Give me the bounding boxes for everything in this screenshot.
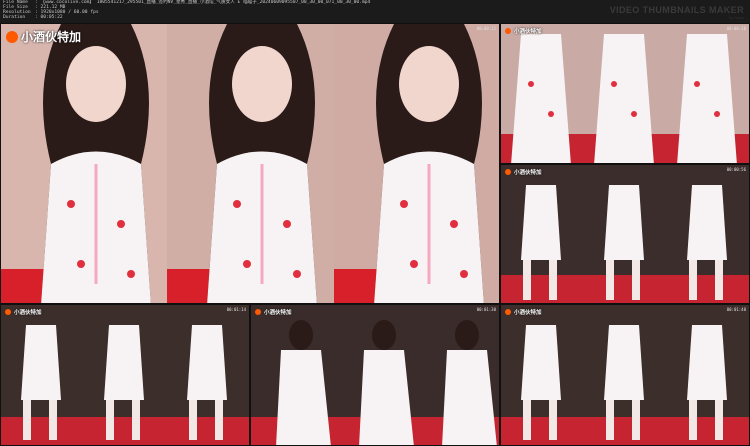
- weibo-icon: [505, 169, 511, 175]
- thumbnail-frame[interactable]: 小酒伙特加 00:00:22: [0, 23, 500, 304]
- timestamp: 00:01:48: [726, 307, 746, 312]
- thumbnail-frame[interactable]: 小酒伙特加 00:01:48: [500, 304, 750, 446]
- file-metadata: File Name: 【www.cocolive.com】 1805541217…: [3, 0, 371, 20]
- channel-watermark: 小酒伙特加: [5, 308, 42, 316]
- frame-scene: [251, 305, 499, 445]
- thumbnail-frame[interactable]: 小酒伙特加 00:01:14: [0, 304, 250, 446]
- frame-scene: [1, 305, 249, 445]
- timestamp: 00:00:38: [726, 26, 746, 31]
- timestamp: 00:01:30: [476, 307, 496, 312]
- weibo-icon: [6, 30, 18, 43]
- timestamp: 00:00:22: [476, 26, 496, 31]
- frame-scene: [501, 305, 749, 445]
- thumbnail-frame[interactable]: 小酒伙特加 00:00:38: [500, 23, 750, 164]
- channel-watermark: 小酒伙特加: [505, 27, 542, 35]
- thumbnail-grid: 小酒伙特加 00:00:22 小酒伙特加 00:00:38 小酒伙特加 00:0…: [0, 23, 750, 446]
- timestamp: 00:00:56: [726, 167, 746, 172]
- weibo-icon: [255, 309, 261, 315]
- thumbnail-frame[interactable]: 小酒伙特加 00:00:56: [500, 164, 750, 304]
- brand-subtitle: by fooss: [729, 15, 744, 20]
- channel-watermark: 小酒伙特加: [505, 168, 542, 176]
- brand-logo: VIDEO THUMBNAILS MAKER by fooss: [610, 5, 744, 20]
- channel-watermark: 小酒伙特加: [505, 308, 542, 316]
- header: File Name: 【www.cocolive.com】 1805541217…: [0, 0, 750, 22]
- thumbnail-frame[interactable]: 小酒伙特加 00:01:30: [250, 304, 500, 446]
- weibo-icon: [5, 309, 11, 315]
- frame-scene: [501, 165, 749, 303]
- timestamp: 00:01:14: [226, 307, 246, 312]
- frame-scene: [501, 24, 749, 163]
- channel-watermark: 小酒伙特加: [255, 308, 292, 316]
- brand-title: VIDEO THUMBNAILS MAKER: [609, 5, 744, 15]
- weibo-icon: [505, 309, 511, 315]
- frame-scene: [1, 24, 499, 303]
- channel-watermark: 小酒伙特加: [6, 28, 81, 45]
- weibo-icon: [505, 28, 511, 34]
